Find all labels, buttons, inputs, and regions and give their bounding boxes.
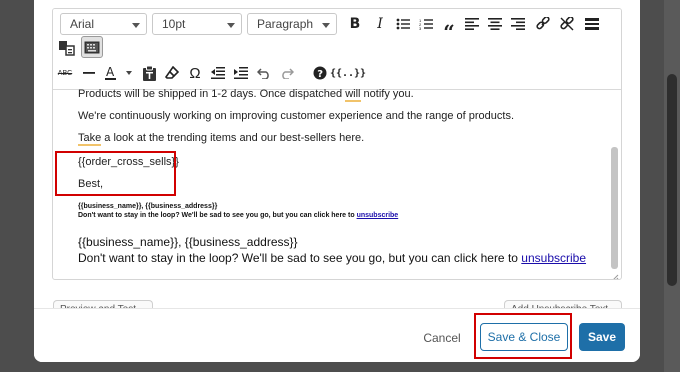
italic-icon[interactable]: I [370,14,390,34]
editor-scrollbar-thumb[interactable] [611,147,618,269]
paste-as-text-icon[interactable] [139,63,159,83]
copy-format-icon[interactable] [57,38,77,58]
align-center-icon[interactable] [485,14,505,34]
horizontal-line-icon[interactable] [79,63,99,83]
svg-text:A: A [106,65,115,79]
outdent-icon[interactable] [208,63,228,83]
font-size-select[interactable]: 10pt [152,13,242,35]
shipping-text-end: notify you. [360,89,414,100]
page-scrollbar[interactable] [664,0,680,372]
svg-text:?: ? [317,69,323,80]
small-unsubscribe-line: Don't want to stay in the loop? We'll be… [78,212,398,219]
resize-handle-icon[interactable] [611,269,619,279]
editor-content[interactable]: Products will be shipped in 1-2 days. On… [61,89,601,274]
save-button[interactable]: Save [579,323,625,351]
align-left-icon[interactable] [462,14,482,34]
special-character-icon[interactable]: Ω [185,63,205,83]
numbered-list-icon[interactable]: 123 [416,14,436,34]
modal-footer: Cancel Save & Close Save [34,308,640,362]
font-family-value: Arial [70,17,95,31]
redo-icon[interactable] [277,63,297,83]
trending-paragraph: Take a look at the trending items and ou… [78,132,365,146]
font-family-select[interactable]: Arial [60,13,147,35]
save-close-button[interactable]: Save & Close [480,323,568,351]
block-format-value: Paragraph [257,17,314,31]
small-business-line: {{business_name}}, {{business_address}} [78,203,218,210]
small-unsubscribe-text: Don't want to stay in the loop? We'll be… [78,212,357,219]
big-business-line: {{business_name}}, {{business_address}} [78,235,298,249]
small-unsubscribe-link[interactable]: unsubscribe [357,212,399,219]
help-icon[interactable]: ? [310,63,330,83]
bullet-list-icon[interactable] [393,14,413,34]
horizontal-rule-icon[interactable] [582,14,602,34]
block-format-select[interactable]: Paragraph [247,13,337,35]
shipping-text: Products will be shipped in 1-2 days. On… [78,89,346,100]
misspelled-word: will [345,89,361,102]
cross-sells-tag: {{order_cross_sells}} [78,156,179,168]
clear-formatting-icon[interactable] [162,63,182,83]
editor-scrollbar[interactable] [609,89,619,279]
trending-text: a look at the trending items and our bes… [101,132,365,144]
big-unsubscribe-link[interactable]: unsubscribe [521,251,586,265]
svg-text:3: 3 [419,26,422,30]
font-size-value: 10pt [162,17,186,31]
sign-off: Best, [78,178,104,190]
big-unsubscribe-line: Don't want to stay in the loop? We'll be… [78,251,586,265]
rich-text-editor: Arial 10pt Paragraph B I 123 “ ABC A Ω ?… [52,8,622,280]
merge-tags-icon[interactable]: {{..}} [330,63,366,83]
link-icon[interactable] [533,14,553,34]
strikethrough-icon[interactable]: ABC [55,63,75,83]
big-unsubscribe-text: Don't want to stay in the loop? We'll be… [78,251,522,265]
page-scrollbar-thumb[interactable] [667,74,677,286]
undo-icon[interactable] [254,63,274,83]
text-color-icon[interactable]: A [103,63,135,83]
unlink-icon[interactable] [557,14,577,34]
bold-icon[interactable]: B [345,14,365,34]
code-view-icon[interactable] [81,36,103,58]
indent-icon[interactable] [231,63,251,83]
email-editor-modal: Arial 10pt Paragraph B I 123 “ ABC A Ω ?… [34,0,640,362]
experience-paragraph: We're continuously working on improving … [78,110,515,122]
shipping-paragraph: Products will be shipped in 1-2 days. On… [78,89,414,102]
align-right-icon[interactable] [508,14,528,34]
misspelled-word-take: Take [78,132,102,146]
cancel-button[interactable]: Cancel [416,325,468,351]
editor-toolbar: Arial 10pt Paragraph B I 123 “ ABC A Ω ?… [53,9,621,90]
blockquote-icon[interactable]: “ [439,14,459,42]
